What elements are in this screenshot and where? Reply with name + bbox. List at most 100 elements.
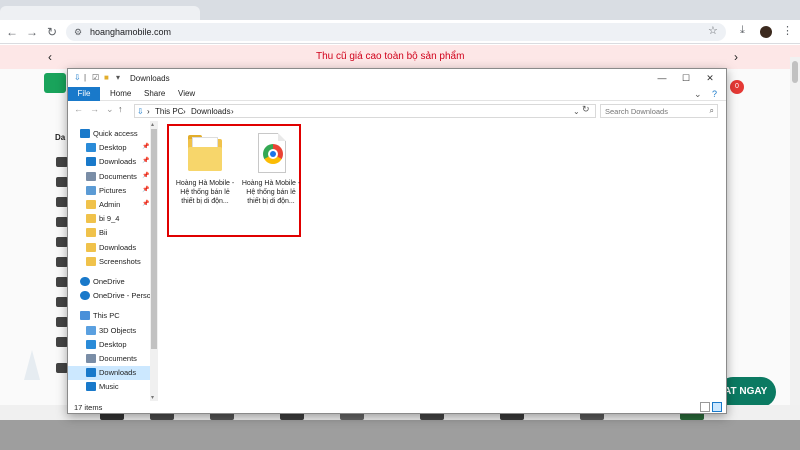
site-info-icon[interactable]: ⚙ [74,26,86,38]
sidebar-item-label: 3D Objects [99,325,137,335]
sidebar-item-onedrive[interactable]: OneDrive [68,275,150,289]
scroll-up-icon[interactable]: ▴ [151,121,154,128]
explorer-titlebar[interactable]: ⇩ | ☑ ■ ▾ Downloads — ☐ ✕ [68,69,726,87]
window-title: Downloads [130,74,170,83]
sidebar-item-this-pc[interactable]: This PC [68,309,150,323]
profile-avatar[interactable] [760,26,772,38]
sidebar-item-documents[interactable]: Documents 📌 [68,170,150,184]
sidebar-item-label: OneDrive - Person [93,291,156,301]
recent-locations-chevron-icon[interactable]: ⌄ [106,104,114,115]
page-scrollbar-thumb[interactable] [792,61,798,83]
tab-home[interactable]: Home [110,87,131,101]
browser-tab[interactable] [0,6,200,20]
desktop-icon [86,143,96,153]
bookmark-star-icon[interactable]: ☆ [708,24,718,37]
sidebar-item-3d-objects[interactable]: 3D Objects [68,324,150,338]
sidebar-item-desktop[interactable]: Desktop 📌 [68,141,150,155]
desktop-icon [86,339,96,349]
decor-tree [24,350,40,380]
chrome-logo-icon [263,144,283,164]
sidebar-item-bii[interactable]: Bii [68,226,150,240]
downloads-arrow-icon: ⇩ [137,107,144,116]
pin-icon: 📌 [142,158,150,165]
explorer-back-icon[interactable]: ← [74,104,83,114]
download-icon [86,368,96,378]
sidebar-item-label: OneDrive [93,277,125,286]
sidebar-item-screenshots[interactable]: Screenshots [68,255,150,269]
sidebar-item-music[interactable]: Music [68,380,150,394]
folder-icon [86,256,96,266]
large-icons-view-icon[interactable] [712,402,722,412]
expand-ribbon-chevron-icon[interactable]: ⌄ [694,87,702,101]
explorer-address-bar[interactable]: ⇩ › This PC › Downloads › ⌄ [134,104,596,118]
menu-kebab-icon[interactable]: ⋮ [782,24,793,37]
file-name: Hoàng Hà Mobile - Hệ thống bán lẻ thiết … [175,180,235,205]
minimize-icon[interactable]: — [650,71,674,85]
sidebar-item-downloads[interactable]: Downloads [68,366,150,381]
sidebar-item-label: Documents [99,354,137,363]
promo-banner[interactable]: ‹ Thu cũ giá cao toàn bộ sản phẩm › [0,45,800,69]
up-folder-icon[interactable]: ↑ [118,104,123,114]
os-taskbar [0,420,800,450]
tab-file[interactable]: File [68,87,100,101]
pin-icon: 📌 [142,172,150,179]
search-input[interactable] [601,105,701,117]
download-icon [86,157,96,167]
site-logo[interactable] [44,73,66,93]
search-box[interactable]: ⌕ [600,104,718,118]
quick-access-toolbar-icon[interactable]: ⇩ [74,73,81,82]
sidebar-item-quick-access[interactable]: Quick access [68,127,150,141]
sidebar-item-label: This PC [93,311,120,321]
page-scrollbar[interactable] [790,57,800,417]
toolbar-divider-icon: | [84,73,87,82]
sidebar-item-pictures[interactable]: Pictures 📌 [68,184,150,198]
back-icon[interactable]: ← [4,24,20,40]
close-icon[interactable]: ✕ [698,71,722,85]
reload-icon[interactable]: ↻ [44,24,60,40]
search-icon[interactable]: ⌕ [710,106,714,116]
star-icon [80,129,90,138]
sidebar-item-label: Desktop [99,143,127,153]
breadcrumb-downloads[interactable]: Downloads [191,107,231,116]
sidebar-item-bi-9-4[interactable]: bi 9_4 [68,212,150,226]
properties-checkbox-icon[interactable]: ☑ [92,73,99,82]
file-item-chrome-html[interactable]: Hoàng Hà Mobile - Hệ thống bán lẻ thiết … [240,129,302,223]
chrome-html-file-icon [254,133,288,173]
address-dropdown-icon[interactable]: ⌄ [573,107,580,116]
documents-icon [86,354,96,363]
maximize-icon[interactable]: ☐ [674,71,698,85]
sidebar-item-documents[interactable]: Documents [68,352,150,366]
folder-icon [86,228,96,238]
sidebar-item-admin[interactable]: Admin 📌 [68,198,150,212]
breadcrumb-separator: › [231,107,234,116]
address-bar[interactable]: ⚙ hoanghamobile.com [66,23,726,41]
download-icon[interactable]: ⤓ [740,24,745,37]
navpane-scrollbar[interactable]: ▴ ▾ [150,121,158,401]
breadcrumb-this-pc[interactable]: This PC [155,107,183,116]
sidebar-item-onedrive-person[interactable]: OneDrive - Person [68,289,155,303]
browser-tabstrip [0,0,800,20]
sidebar-item-downloads[interactable]: Downloads 📌 [68,155,150,169]
navpane-scrollbar-thumb[interactable] [151,129,157,349]
details-view-icon[interactable] [700,402,710,412]
tab-view[interactable]: View [178,87,195,101]
pin-icon: 📌 [142,144,150,151]
sidebar-item-downloads[interactable]: Downloads [68,241,150,255]
sidebar-item-desktop[interactable]: Desktop [68,338,150,352]
help-icon[interactable]: ? [712,87,717,101]
item-count: 17 items [74,403,103,412]
chevron-right-icon[interactable]: › [734,50,738,64]
sidebar-item-label: Documents [99,171,137,181]
breadcrumb-separator: › [183,107,186,116]
cloud-icon [80,291,90,301]
explorer-forward-icon[interactable]: → [90,104,99,114]
tab-share[interactable]: Share [144,87,165,101]
chevron-left-icon[interactable]: ‹ [48,50,52,64]
folder-icon [86,200,96,209]
forward-icon[interactable]: → [24,24,40,40]
file-item-folder[interactable]: Hoàng Hà Mobile - Hệ thống bán lẻ thiết … [174,129,236,223]
refresh-icon[interactable]: ↻ [582,104,590,115]
new-folder-icon[interactable]: ■ [104,73,109,82]
customize-toolbar-chevron-icon[interactable]: ▾ [116,73,120,82]
scroll-down-icon[interactable]: ▾ [151,394,154,401]
